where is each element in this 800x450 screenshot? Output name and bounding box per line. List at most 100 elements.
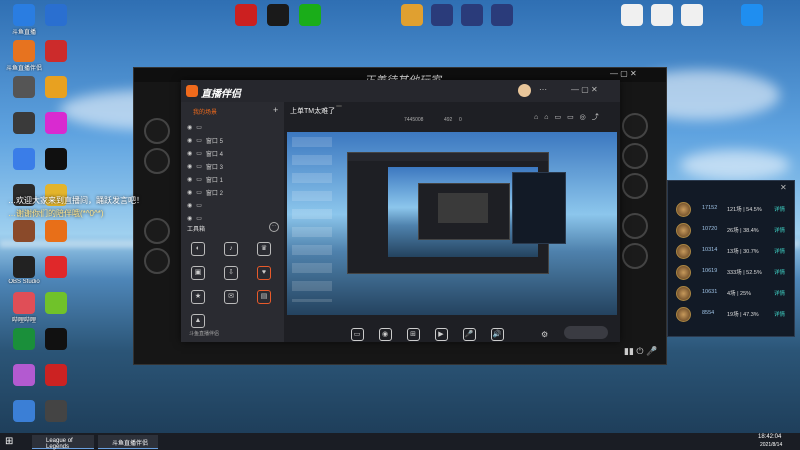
hud-controls[interactable]: ▮▮ ⏻ 🎤 [624, 346, 657, 357]
desktop-icon[interactable] [732, 4, 772, 27]
toolbox-item[interactable]: ♪ [218, 242, 244, 258]
toolbox-item[interactable]: ⇩ [218, 266, 244, 282]
douyu-live-companion-window[interactable]: 直播伴侣 ⋯ — ▢ ✕ 我的场景 + ◉ ▭ ◉ ▭ 窗口 5 ◉ ▭ 窗口 4 ◉ ▭ 窗口 3… [181, 80, 620, 342]
visibility-icon[interactable]: ◉ [187, 176, 192, 183]
app-icon [13, 220, 35, 242]
app-icon [45, 400, 67, 422]
toolbox-item[interactable]: ▤ [251, 290, 277, 306]
ranking-row[interactable]: 8554 19场 | 47.3% 详情 [672, 306, 790, 323]
detail-link[interactable]: 详情 [774, 226, 785, 234]
desktop-icon[interactable] [36, 328, 76, 351]
toolbox-item[interactable]: ▣ [185, 266, 211, 282]
desktop-icon[interactable] [290, 4, 330, 27]
desktop-icon[interactable] [36, 220, 76, 243]
ranking-row[interactable]: 10619 333场 | 52.5% 详情 [672, 264, 790, 281]
desktop-icon[interactable] [36, 76, 76, 99]
chat-line-2: …谢谢你们的陪伴哦(*^0^*) [8, 209, 104, 218]
ranking-row[interactable]: 10720 26场 | 38.4% 详情 [672, 222, 790, 239]
bottom-tool[interactable]: ▭ [344, 328, 370, 343]
score: 10619 [702, 268, 718, 274]
stream-preview[interactable] [287, 132, 617, 315]
app-icon [45, 328, 67, 350]
toolbox-item[interactable]: ◐ [185, 242, 211, 258]
hud-knob [144, 248, 170, 274]
visibility-icon[interactable]: ◉ [187, 150, 192, 157]
bottom-tool[interactable]: ◉ [372, 328, 398, 343]
toolbox-item[interactable]: ▲ [185, 314, 211, 330]
bottom-tool[interactable]: 🎤 [456, 328, 482, 343]
detail-link[interactable]: 详情 [774, 247, 785, 255]
source-item[interactable]: ◉ ▭ 窗口 4 [187, 148, 223, 158]
toolbox-item[interactable]: ✉ [218, 290, 244, 306]
ranking-panel[interactable]: ✕ 17152 121场 | 54.5% 详情 10720 26场 | 38.4% 详情 1… [667, 180, 795, 337]
source-item[interactable]: ◉ ▭ [187, 213, 206, 223]
edit-badge[interactable] [336, 105, 342, 107]
taskbar-app-douyu[interactable]: 斗鱼直播伴侣 [98, 435, 158, 449]
detail-link[interactable]: 详情 [774, 289, 785, 297]
visibility-icon[interactable]: ◉ [187, 202, 192, 209]
close-icon[interactable]: ✕ [780, 183, 787, 192]
source-item[interactable]: ◉ ▭ 窗口 5 [187, 135, 223, 145]
hud-knob [622, 113, 648, 139]
window-controls[interactable]: — ▢ ✕ [571, 85, 598, 94]
app-icon [45, 220, 67, 242]
more-icon[interactable]: ⋯ [539, 85, 547, 94]
settings-icon[interactable]: ⚙ [541, 330, 548, 339]
stream-title[interactable]: 上单TM太难了 [290, 106, 335, 116]
desktop-icon[interactable] [36, 256, 76, 279]
tools-toggle-icon[interactable]: ⋯ [269, 222, 279, 232]
desktop-icon[interactable] [36, 40, 76, 63]
bottom-tool[interactable]: ⊞ [400, 328, 426, 343]
desktop-icon-label: 斗鱼直播 [11, 30, 36, 36]
toolbox-item[interactable]: ♛ [251, 242, 277, 258]
source-item[interactable]: ◉ ▭ [187, 200, 206, 210]
ranking-row[interactable]: 17152 121场 | 54.5% 详情 [672, 201, 790, 218]
window-controls[interactable]: — ▢ ✕ [610, 69, 637, 78]
bottom-tool[interactable]: 🔊 [484, 328, 510, 343]
source-item[interactable]: ◉ ▭ 窗口 3 [187, 161, 223, 171]
source-item[interactable]: ◉ ▭ 窗口 1 [187, 174, 223, 184]
avatar[interactable] [518, 84, 531, 97]
room-id: 7445008 [404, 117, 424, 123]
ranking-row[interactable]: 10314 13场 | 30.7% 详情 [672, 243, 790, 260]
tool-icon: ▲ [191, 314, 205, 328]
desktop-icon[interactable] [36, 148, 76, 171]
desktop-icon[interactable] [36, 4, 76, 27]
add-scene-icon[interactable]: + [273, 105, 278, 115]
desktop-icon[interactable] [482, 4, 522, 27]
app-icon [235, 4, 257, 26]
visibility-icon[interactable]: ◉ [187, 189, 192, 196]
app-icon [45, 292, 67, 314]
detail-link[interactable]: 详情 [774, 205, 785, 213]
desktop-icon[interactable] [36, 400, 76, 423]
tool-icon: ▭ [350, 328, 364, 341]
source-type-icon: ▭ [196, 137, 202, 144]
ranking-row[interactable]: 10631 4场 | 25% 详情 [672, 285, 790, 302]
desktop-icon[interactable] [36, 364, 76, 387]
start-live-button[interactable] [564, 326, 608, 339]
preview-toolbar[interactable]: ⌂⌂▭▭◎⤴ [534, 112, 605, 122]
detail-link[interactable]: 详情 [774, 310, 785, 318]
bottom-tool[interactable]: ▶ [428, 328, 454, 343]
detail-link[interactable]: 详情 [774, 268, 785, 276]
clock-date[interactable]: 2021/8/14 [760, 442, 782, 448]
visibility-icon[interactable]: ◉ [187, 215, 192, 222]
desktop-icon[interactable] [36, 112, 76, 135]
tool-icon: ▣ [191, 266, 205, 280]
clock-time[interactable]: 18:42:04 [758, 434, 781, 440]
toolbox-item[interactable]: ♥ [251, 266, 277, 282]
tab-my-scene[interactable]: 我的场景 [193, 107, 217, 116]
app-icon [13, 364, 35, 386]
visibility-icon[interactable]: ◉ [187, 137, 192, 144]
toolbox-item[interactable]: ★ [185, 290, 211, 306]
desktop-icon[interactable] [36, 292, 76, 315]
visibility-icon[interactable]: ◉ [187, 163, 192, 170]
taskbar-app-lol[interactable]: League of Legends [32, 435, 94, 450]
app-icon [621, 4, 643, 26]
source-item[interactable]: ◉ ▭ 窗口 2 [187, 187, 223, 197]
start-icon[interactable]: ⊞ [5, 436, 13, 447]
source-item[interactable]: ◉ ▭ [187, 122, 206, 132]
visibility-icon[interactable]: ◉ [187, 124, 192, 131]
desktop-icon[interactable] [672, 4, 712, 27]
source-label: 窗口 2 [205, 190, 223, 197]
